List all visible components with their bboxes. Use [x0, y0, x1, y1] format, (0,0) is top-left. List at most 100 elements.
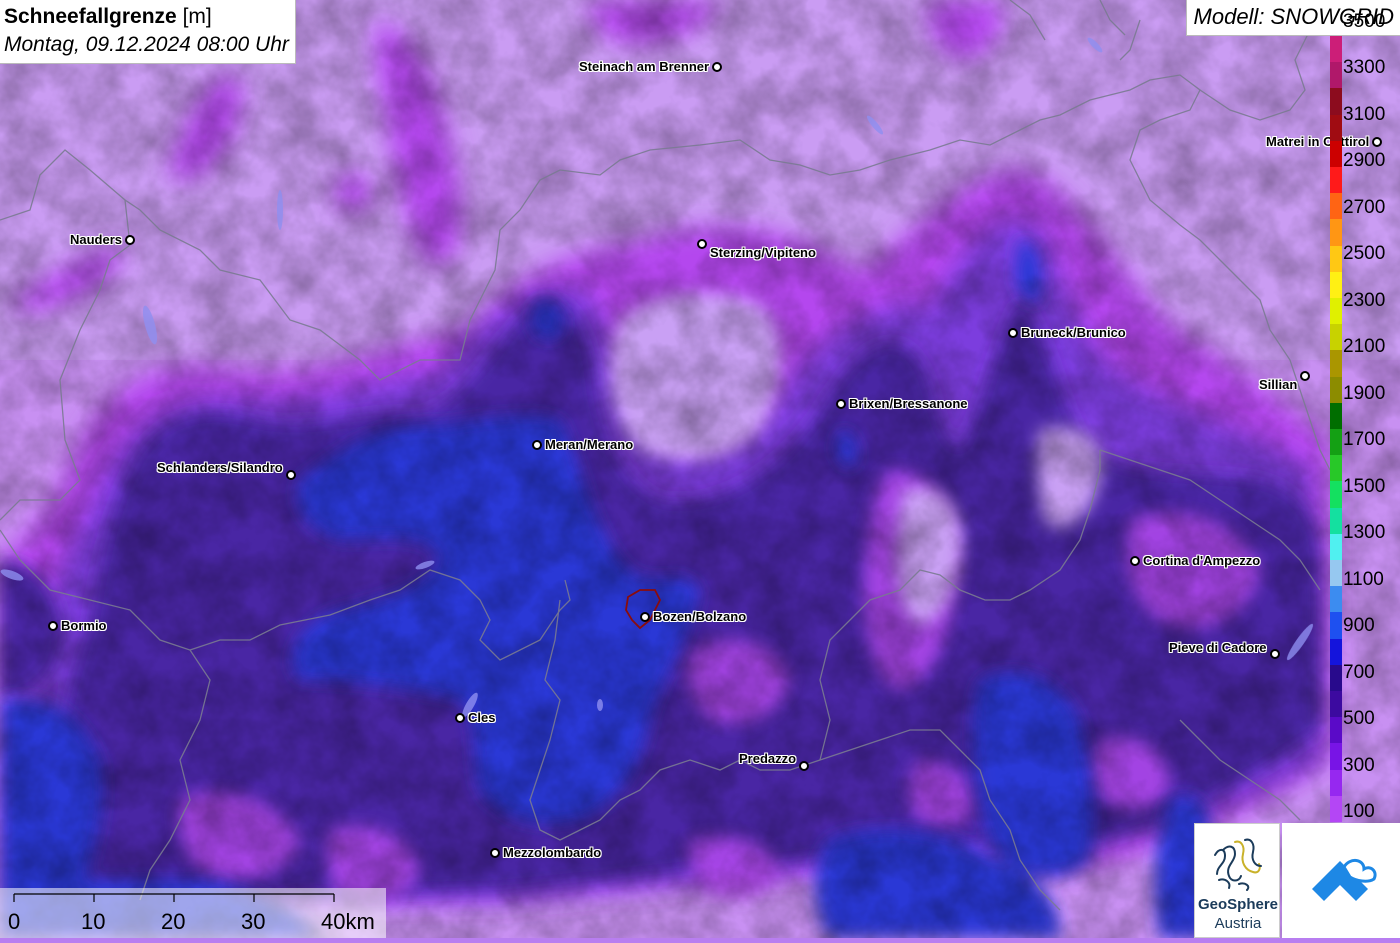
city-dot: [125, 234, 136, 245]
city-marker[interactable]: Meran/Merano: [532, 437, 633, 452]
city-dot: [640, 611, 650, 622]
legend-swatch: [1330, 271, 1342, 299]
legend-label: 500: [1343, 708, 1375, 730]
legend-label: 100: [1343, 801, 1375, 822]
city-dot: [48, 620, 58, 631]
city-dot: [712, 61, 723, 72]
city-label: Sillian: [1259, 377, 1298, 392]
legend-label: 3500: [1343, 11, 1386, 32]
city-label: Nauders: [70, 232, 123, 247]
city-label: Mezzolombardo: [503, 845, 602, 860]
legend-label: 2900: [1343, 150, 1386, 172]
city-label: Sterzing/Vipiteno: [710, 245, 816, 260]
legend-swatch: [1330, 298, 1342, 325]
legend-label: 300: [1343, 754, 1375, 776]
legend-label: 1500: [1343, 475, 1386, 497]
legend-swatch: [1330, 140, 1342, 168]
legend-swatch: [1330, 743, 1342, 771]
city-label: Bozen/Bolzano: [653, 609, 747, 624]
legend-swatch: [1330, 429, 1342, 456]
legend-label: 1900: [1343, 382, 1386, 404]
city-dot: [1269, 648, 1280, 659]
legend-swatch: [1330, 62, 1342, 89]
city-dot: [799, 760, 810, 771]
city-dot: [1300, 370, 1311, 381]
legend-swatch: [1330, 245, 1342, 273]
city-dot: [490, 847, 500, 858]
city-dot: [697, 238, 707, 249]
legend-label: 2700: [1343, 196, 1386, 218]
legend-colorbar: [1330, 36, 1342, 823]
city-label: Bruneck/Brunico: [1021, 325, 1126, 340]
city-label: Bormio: [61, 618, 107, 633]
geosphere-logo[interactable]: GeoSphere Austria: [1194, 823, 1280, 938]
legend-swatch: [1330, 219, 1342, 247]
legend-swatch: [1330, 114, 1342, 142]
city-marker[interactable]: Bruneck/Brunico: [1008, 325, 1126, 340]
map-title-unit: [m]: [182, 5, 212, 28]
city-label: Schlanders/Silandro: [157, 460, 283, 475]
legend-swatch: [1330, 560, 1342, 587]
city-dot: [1008, 327, 1018, 338]
legend-swatch: [1330, 533, 1342, 561]
legend-label: 1700: [1343, 429, 1386, 451]
city-marker[interactable]: Sterzing/Vipiteno: [697, 236, 816, 260]
city-label: Cles: [468, 710, 496, 725]
legend-swatch: [1330, 769, 1342, 797]
legend-swatch: [1330, 795, 1342, 823]
legend-swatch: [1330, 350, 1342, 378]
scale-label: 0: [8, 909, 21, 934]
legend-swatch: [1330, 691, 1342, 718]
legend-swatch: [1330, 193, 1342, 220]
legend-swatch: [1330, 324, 1342, 351]
legend-label: 900: [1343, 615, 1375, 637]
house-snowflake-icon: [1312, 859, 1377, 901]
city-marker[interactable]: Schlanders/Silandro: [157, 460, 296, 482]
city-marker[interactable]: Sillian: [1259, 368, 1311, 392]
city-dot: [455, 712, 465, 723]
city-dot: [1130, 555, 1140, 566]
legend-label: 1300: [1343, 522, 1386, 544]
legend-label: 2300: [1343, 289, 1386, 311]
legend-swatch: [1330, 612, 1342, 640]
map-subtitle: Montag, 09.12.2024 08:00 Uhr: [4, 33, 289, 56]
map-title-box: Schneefallgrenze [m] Montag, 09.12.2024 …: [0, 0, 296, 64]
legend-swatch: [1330, 167, 1342, 194]
city-dot: [1372, 136, 1383, 147]
snowgrid-logo[interactable]: [1282, 823, 1400, 938]
scale-label: 30: [241, 909, 266, 934]
city-label: Cortina d'Ampezzo: [1143, 553, 1261, 568]
legend-label: 2500: [1343, 243, 1386, 265]
legend-label: 1100: [1343, 568, 1384, 590]
legend-swatch: [1330, 507, 1342, 535]
city-marker[interactable]: Matrei in Osttirol: [1266, 134, 1383, 149]
city-marker[interactable]: Brixen/Bressanone: [836, 396, 968, 411]
city-label: Matrei in Osttirol: [1266, 134, 1370, 149]
legend-swatch: [1330, 481, 1342, 509]
city-marker[interactable]: Mezzolombardo: [490, 845, 601, 860]
city-marker[interactable]: Bozen/Bolzano: [640, 609, 746, 624]
legend-label: 2100: [1343, 336, 1386, 358]
city-marker[interactable]: Steinach am Brenner: [579, 59, 723, 74]
city-label: Pieve di Cadore: [1169, 640, 1267, 655]
legend-swatch: [1330, 402, 1342, 430]
legend-label: 3100: [1343, 103, 1386, 125]
city-label: Meran/Merano: [545, 437, 634, 452]
legend-swatch: [1330, 717, 1342, 744]
legend-swatch: [1330, 455, 1342, 482]
city-marker[interactable]: Bormio: [48, 618, 107, 633]
city-label: Steinach am Brenner: [579, 59, 710, 74]
scale-label: 40km: [321, 909, 375, 934]
geosphere-name: GeoSphere: [1197, 896, 1279, 913]
scale-bar: 0 10 20 30 40km: [0, 888, 386, 938]
city-marker[interactable]: Pieve di Cadore: [1169, 640, 1280, 661]
city-dot: [285, 469, 296, 480]
scale-label: 20: [161, 909, 186, 934]
legend-swatch: [1330, 376, 1342, 404]
city-marker[interactable]: Predazzo: [739, 751, 810, 773]
city-label: Predazzo: [739, 751, 797, 766]
city-marker[interactable]: Cortina d'Ampezzo: [1130, 553, 1260, 568]
city-marker[interactable]: Nauders: [70, 232, 136, 247]
city-marker[interactable]: Cles: [455, 710, 495, 725]
legend-swatch: [1330, 36, 1342, 63]
